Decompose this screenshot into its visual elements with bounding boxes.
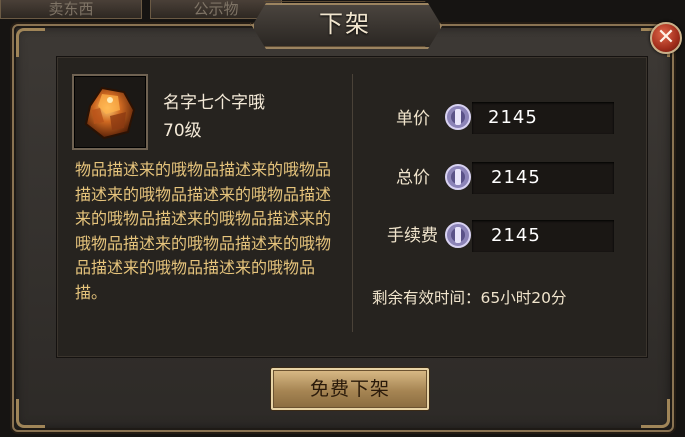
remaining-time: 剩余有效时间：65小时20分 xyxy=(372,289,567,307)
free-delist-button[interactable]: 免费下架 xyxy=(271,368,429,410)
unit-price-value: 2145 xyxy=(488,107,538,128)
silver-coin-icon xyxy=(445,104,471,130)
tab-sell[interactable]: 卖东西 xyxy=(0,0,142,19)
close-icon: ✕ xyxy=(656,25,676,50)
item-name: 名字七个字哦 xyxy=(163,93,265,113)
corner-ornament xyxy=(641,399,670,428)
total-price-value: 2145 xyxy=(491,167,541,188)
total-price-label: 总价 xyxy=(396,168,430,188)
unit-price-label: 单价 xyxy=(396,109,430,129)
item-level: 70级 xyxy=(163,121,202,141)
corner-ornament xyxy=(16,399,45,428)
close-button[interactable]: ✕ xyxy=(650,22,682,54)
fee-label: 手续费 xyxy=(387,226,438,246)
silver-coin-icon xyxy=(445,164,471,190)
dialog-title: 下架 xyxy=(319,10,371,38)
item-slot[interactable] xyxy=(72,74,148,150)
item-description: 物品描述来的哦物品描述来的哦物品描述来的哦物品描述来的哦物品描述来的哦物品描述来… xyxy=(75,160,332,302)
fee-value: 2145 xyxy=(491,225,541,246)
silver-coin-icon xyxy=(445,222,471,248)
ore-icon xyxy=(84,86,136,140)
corner-ornament xyxy=(16,28,45,57)
